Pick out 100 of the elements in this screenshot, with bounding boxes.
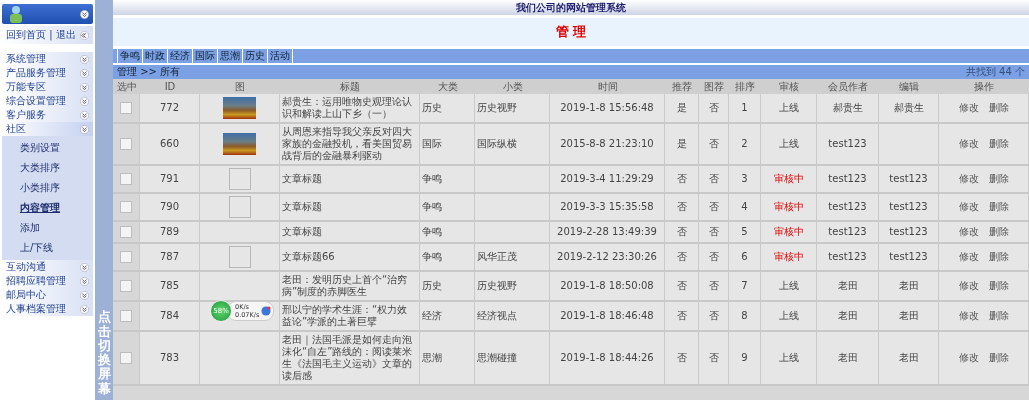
table-cell: 783 xyxy=(140,332,200,384)
column-header: 图 xyxy=(234,79,246,94)
action-link[interactable]: 修改 xyxy=(958,138,979,150)
logout-link[interactable]: 退出 xyxy=(55,29,76,40)
table-cell: 2019-3-3 15:35:58 xyxy=(550,194,665,220)
table-cell: test123 xyxy=(817,244,879,270)
row-checkbox[interactable] xyxy=(120,102,132,114)
column-header: 编辑 xyxy=(898,79,920,94)
category-link[interactable]: 争鸣 xyxy=(117,49,142,63)
action-link[interactable]: 修改 xyxy=(958,226,979,238)
column-header: 时间 xyxy=(596,79,619,94)
column-header: 排序 xyxy=(734,79,756,94)
table-cell: 郝贵生：运用唯物史观理论认识和解读上山下乡（一） xyxy=(280,94,420,122)
table-cell: 否 xyxy=(699,94,729,122)
table-cell: 否 xyxy=(665,194,699,220)
submenu-item[interactable]: 大类排序 xyxy=(2,158,93,178)
action-link[interactable]: 删除 xyxy=(988,251,1009,263)
back-icon[interactable] xyxy=(80,30,89,40)
table-cell: 老田｜法国毛派是如何走向泡沫化“自左”路线的：阅读莱米生《法国毛主义运动》文章的读后感 xyxy=(280,332,420,384)
expand-icon[interactable] xyxy=(80,304,89,314)
row-checkbox[interactable] xyxy=(120,310,132,322)
table-cell: 老田：发明历史上首个“治穷病”制度的赤脚医生 xyxy=(280,272,420,300)
expand-icon[interactable] xyxy=(80,68,89,78)
table-cell: 否 xyxy=(699,272,729,300)
row-checkbox[interactable] xyxy=(120,352,132,364)
table-cell: 国际 xyxy=(420,124,475,164)
row-checkbox[interactable] xyxy=(120,173,132,185)
separator: | xyxy=(49,29,53,40)
table-cell: test123 xyxy=(879,244,939,270)
row-checkbox[interactable] xyxy=(120,138,132,150)
category-link[interactable]: 经济 xyxy=(167,49,192,63)
table-cell: 老田 xyxy=(879,272,939,300)
table-cell: 邢以宁的学术生涯：“权力效益论”学派的土著巨擘 xyxy=(280,302,420,330)
row-checkbox[interactable] xyxy=(120,251,132,263)
row-checkbox[interactable] xyxy=(120,226,132,238)
table-cell: 2019-2-12 23:30:26 xyxy=(550,244,665,270)
expand-icon[interactable] xyxy=(80,262,89,272)
home-link[interactable]: 回到首页 xyxy=(6,29,46,40)
expand-icon[interactable] xyxy=(80,96,89,106)
action-link[interactable]: 删除 xyxy=(988,173,1009,185)
column-header: 操作 xyxy=(973,79,995,94)
submenu-item[interactable]: 内容管理 xyxy=(2,198,93,218)
action-link[interactable]: 删除 xyxy=(988,310,1009,322)
rocket-icon[interactable] xyxy=(261,306,272,316)
expand-icon[interactable] xyxy=(80,124,89,134)
action-link[interactable]: 删除 xyxy=(988,226,1009,238)
action-link[interactable]: 修改 xyxy=(958,280,979,292)
submenu-item[interactable]: 类别设置 xyxy=(2,138,93,158)
table-cell: 老田 xyxy=(817,272,879,300)
action-link[interactable]: 修改 xyxy=(958,352,979,364)
table-cell: 5 xyxy=(729,222,761,242)
table-cell: 4 xyxy=(729,194,761,220)
table-cell: 是 xyxy=(665,94,699,122)
expand-icon[interactable] xyxy=(80,110,89,120)
action-link[interactable]: 删除 xyxy=(988,352,1009,364)
collapse-icon[interactable] xyxy=(80,9,89,19)
table-cell: 上线 xyxy=(761,272,817,300)
table-cell: test123 xyxy=(879,222,939,242)
table-cell: 785 xyxy=(140,272,200,300)
action-link[interactable]: 删除 xyxy=(988,201,1009,213)
table-cell: 2019-2-28 13:49:39 xyxy=(550,222,665,242)
category-link[interactable]: 活动 xyxy=(267,49,293,63)
action-link[interactable]: 删除 xyxy=(988,138,1009,150)
submenu-item[interactable]: 小类排序 xyxy=(2,178,93,198)
expand-icon[interactable] xyxy=(80,276,89,286)
table-cell: 2015-8-8 21:23:10 xyxy=(550,124,665,164)
category-link[interactable]: 思潮 xyxy=(217,49,242,63)
table-cell: 否 xyxy=(665,244,699,270)
table-cell: 历史 xyxy=(420,272,475,300)
action-link[interactable]: 删除 xyxy=(988,280,1009,292)
table-cell: 争鸣 xyxy=(420,166,475,192)
category-link[interactable]: 国际 xyxy=(192,49,217,63)
table-cell: 否 xyxy=(699,302,729,330)
row-checkbox[interactable] xyxy=(120,201,132,213)
table-cell: 2019-1-8 15:56:48 xyxy=(550,94,665,122)
photo-placeholder xyxy=(223,133,256,155)
expand-icon[interactable] xyxy=(80,290,89,300)
row-checkbox[interactable] xyxy=(120,280,132,292)
table-cell: 3 xyxy=(729,166,761,192)
column-header: 小类 xyxy=(501,79,524,94)
table-cell: 否 xyxy=(699,194,729,220)
table-cell: 历史视野 xyxy=(475,94,550,122)
action-link[interactable]: 修改 xyxy=(958,173,979,185)
table-cell: 2019-1-8 18:44:26 xyxy=(550,332,665,384)
submenu-item[interactable]: 添加 xyxy=(2,218,93,238)
category-link[interactable]: 时政 xyxy=(142,49,167,63)
submenu-item[interactable]: 上/下线 xyxy=(2,238,93,258)
table-cell: 772 xyxy=(140,94,200,122)
table-cell: test123 xyxy=(817,194,879,220)
action-link[interactable]: 删除 xyxy=(988,102,1009,114)
action-link[interactable]: 修改 xyxy=(958,102,979,114)
action-link[interactable]: 修改 xyxy=(958,201,979,213)
expand-icon[interactable] xyxy=(80,54,89,64)
category-link[interactable]: 历史 xyxy=(242,49,267,63)
expand-icon[interactable] xyxy=(80,82,89,92)
table-cell: 2019-3-4 11:29:29 xyxy=(550,166,665,192)
action-link[interactable]: 修改 xyxy=(958,251,979,263)
action-link[interactable]: 修改 xyxy=(958,310,979,322)
table-cell: 经济视点 xyxy=(475,302,550,330)
table-cell: 否 xyxy=(699,124,729,164)
